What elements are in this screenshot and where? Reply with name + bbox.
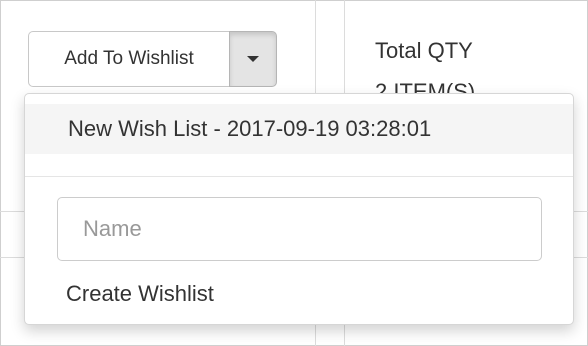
row-divider bbox=[0, 211, 24, 212]
create-wishlist-link[interactable]: Create Wishlist bbox=[66, 281, 214, 307]
row-divider bbox=[574, 211, 588, 212]
add-to-wishlist-button[interactable]: Add To Wishlist bbox=[28, 31, 229, 87]
wishlist-name-input[interactable] bbox=[57, 197, 542, 261]
wishlist-dropdown-toggle[interactable] bbox=[229, 31, 277, 87]
row-divider bbox=[574, 257, 588, 258]
caret-down-icon bbox=[247, 56, 259, 62]
wishlist-menu-item[interactable]: New Wish List - 2017-09-19 03:28:01 bbox=[25, 104, 573, 154]
row-divider bbox=[0, 257, 24, 258]
add-to-wishlist-split-button: Add To Wishlist bbox=[28, 31, 277, 87]
menu-divider bbox=[25, 176, 573, 177]
total-qty-label: Total QTY bbox=[375, 38, 473, 63]
wishlist-dropdown-menu: New Wish List - 2017-09-19 03:28:01 Crea… bbox=[24, 93, 574, 325]
